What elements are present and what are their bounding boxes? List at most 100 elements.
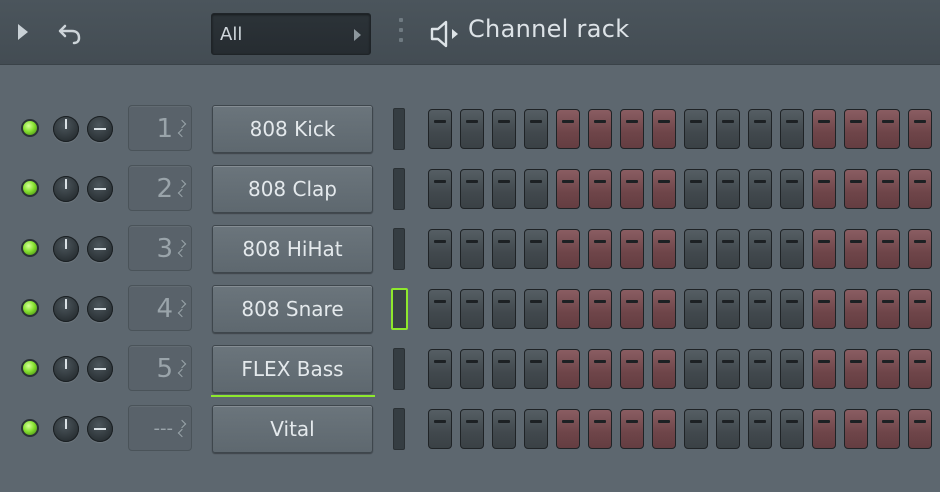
volume-knob[interactable] — [53, 116, 79, 142]
step-button[interactable] — [844, 169, 868, 209]
step-button[interactable] — [780, 229, 804, 269]
step-button[interactable] — [876, 169, 900, 209]
step-button[interactable] — [812, 349, 836, 389]
grip-icon[interactable] — [399, 18, 403, 50]
step-button[interactable] — [908, 289, 932, 329]
mixer-track-number[interactable]: 1 — [128, 105, 192, 151]
step-button[interactable] — [908, 169, 932, 209]
mixer-track-number[interactable]: 2 — [128, 165, 192, 211]
step-button[interactable] — [748, 349, 772, 389]
step-button[interactable] — [620, 229, 644, 269]
step-button[interactable] — [908, 349, 932, 389]
step-button[interactable] — [492, 109, 516, 149]
step-button[interactable] — [620, 349, 644, 389]
step-button[interactable] — [652, 409, 676, 449]
step-button[interactable] — [748, 409, 772, 449]
step-button[interactable] — [588, 409, 612, 449]
step-button[interactable] — [652, 169, 676, 209]
pan-knob[interactable] — [87, 176, 113, 202]
channel-name-button[interactable]: 808 Kick — [212, 105, 373, 153]
step-button[interactable] — [780, 349, 804, 389]
step-button[interactable] — [588, 169, 612, 209]
channel-name-button[interactable]: 808 HiHat — [212, 225, 373, 273]
step-button[interactable] — [556, 109, 580, 149]
step-button[interactable] — [524, 169, 548, 209]
step-button[interactable] — [428, 289, 452, 329]
volume-knob[interactable] — [53, 416, 79, 442]
channel-mute-led[interactable] — [21, 359, 39, 377]
step-button[interactable] — [652, 229, 676, 269]
step-button[interactable] — [812, 169, 836, 209]
step-button[interactable] — [716, 409, 740, 449]
pan-knob[interactable] — [87, 416, 113, 442]
channel-select-indicator[interactable] — [393, 408, 405, 450]
step-button[interactable] — [556, 409, 580, 449]
step-button[interactable] — [460, 169, 484, 209]
channel-name-button[interactable]: 808 Clap — [212, 165, 373, 213]
step-button[interactable] — [524, 409, 548, 449]
step-button[interactable] — [748, 169, 772, 209]
step-button[interactable] — [588, 289, 612, 329]
step-button[interactable] — [716, 109, 740, 149]
step-button[interactable] — [460, 289, 484, 329]
channel-select-indicator[interactable] — [393, 348, 405, 390]
step-button[interactable] — [876, 289, 900, 329]
channel-filter-select[interactable]: All — [211, 13, 371, 55]
step-button[interactable] — [620, 109, 644, 149]
step-button[interactable] — [908, 409, 932, 449]
step-button[interactable] — [812, 409, 836, 449]
step-button[interactable] — [684, 409, 708, 449]
step-button[interactable] — [652, 109, 676, 149]
step-button[interactable] — [684, 349, 708, 389]
step-button[interactable] — [492, 169, 516, 209]
step-button[interactable] — [588, 109, 612, 149]
step-button[interactable] — [428, 169, 452, 209]
volume-knob[interactable] — [53, 176, 79, 202]
step-button[interactable] — [556, 289, 580, 329]
step-button[interactable] — [460, 229, 484, 269]
step-button[interactable] — [844, 229, 868, 269]
channel-mute-led[interactable] — [21, 299, 39, 317]
step-button[interactable] — [780, 289, 804, 329]
step-button[interactable] — [524, 349, 548, 389]
channel-mute-led[interactable] — [21, 239, 39, 257]
step-button[interactable] — [492, 289, 516, 329]
step-button[interactable] — [716, 169, 740, 209]
step-button[interactable] — [684, 169, 708, 209]
pan-knob[interactable] — [87, 356, 113, 382]
channel-select-indicator[interactable] — [393, 168, 405, 210]
step-button[interactable] — [556, 169, 580, 209]
step-button[interactable] — [812, 229, 836, 269]
channel-mute-led[interactable] — [21, 419, 39, 437]
volume-knob[interactable] — [53, 296, 79, 322]
step-button[interactable] — [716, 229, 740, 269]
step-button[interactable] — [620, 289, 644, 329]
undo-icon[interactable] — [58, 20, 84, 46]
step-button[interactable] — [716, 289, 740, 329]
step-button[interactable] — [876, 109, 900, 149]
step-button[interactable] — [460, 109, 484, 149]
step-button[interactable] — [428, 349, 452, 389]
step-button[interactable] — [556, 349, 580, 389]
step-button[interactable] — [844, 409, 868, 449]
channel-select-indicator[interactable] — [393, 228, 405, 270]
step-button[interactable] — [492, 229, 516, 269]
step-button[interactable] — [428, 409, 452, 449]
step-button[interactable] — [844, 349, 868, 389]
step-button[interactable] — [588, 349, 612, 389]
speaker-icon[interactable] — [429, 19, 461, 49]
step-button[interactable] — [524, 289, 548, 329]
step-button[interactable] — [492, 349, 516, 389]
step-button[interactable] — [876, 349, 900, 389]
step-button[interactable] — [908, 229, 932, 269]
step-button[interactable] — [588, 229, 612, 269]
step-button[interactable] — [748, 109, 772, 149]
volume-knob[interactable] — [53, 236, 79, 262]
step-button[interactable] — [652, 289, 676, 329]
channel-select-indicator[interactable] — [393, 108, 405, 150]
play-arrow-icon[interactable] — [18, 24, 28, 40]
mixer-track-number[interactable]: 5 — [128, 345, 192, 391]
channel-select-indicator[interactable] — [391, 288, 408, 330]
channel-name-button[interactable]: FLEX Bass — [211, 345, 375, 397]
step-button[interactable] — [908, 109, 932, 149]
